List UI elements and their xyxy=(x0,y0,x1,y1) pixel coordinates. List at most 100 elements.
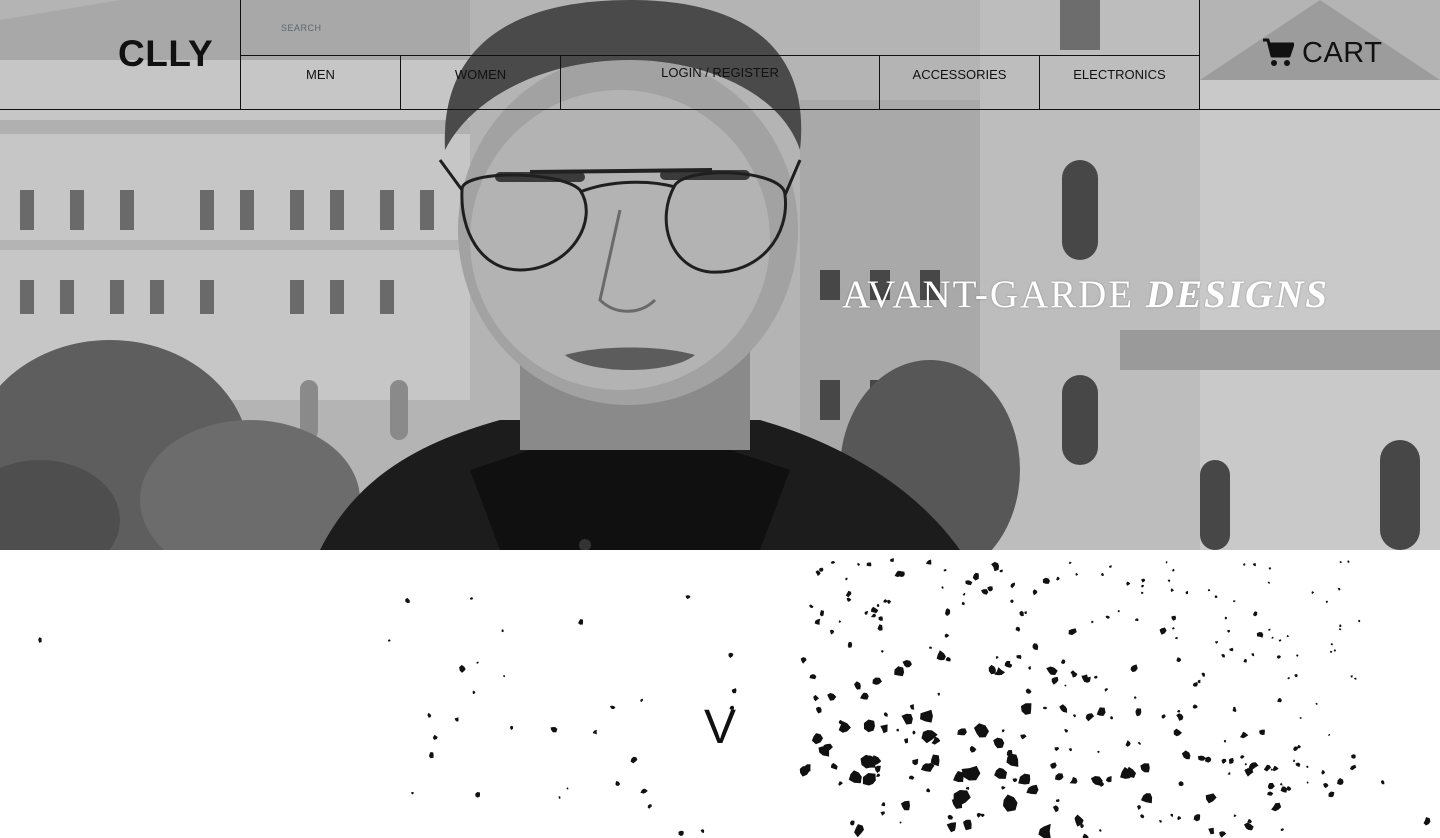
ink-splat xyxy=(1003,794,1018,812)
ink-splat xyxy=(1170,588,1175,593)
ink-splat xyxy=(1330,643,1333,646)
ink-splat xyxy=(929,646,932,649)
ink-splat xyxy=(1197,755,1207,761)
ink-splat xyxy=(630,756,638,764)
ink-splat xyxy=(838,781,843,786)
ink-splat xyxy=(459,664,466,673)
nav-item-label: ELECTRONICS xyxy=(1073,67,1166,82)
ink-splat xyxy=(640,788,648,794)
nav-item-men[interactable]: MEN xyxy=(240,56,400,110)
ink-splat xyxy=(1042,577,1050,584)
ink-splat xyxy=(387,639,391,642)
ink-splat xyxy=(1272,765,1279,772)
ink-splat xyxy=(1276,655,1281,659)
ink-splat xyxy=(1227,772,1231,775)
site-logo[interactable]: CLLY xyxy=(118,33,213,75)
ink-splatter-graphic: V xyxy=(38,558,1431,838)
ink-splat xyxy=(904,738,908,744)
ink-splat xyxy=(880,650,884,653)
nav-item-electronics[interactable]: ELECTRONICS xyxy=(1039,56,1200,110)
ink-splat xyxy=(1306,781,1309,784)
ink-splat xyxy=(896,728,899,732)
ink-splat xyxy=(1204,756,1212,763)
ink-splat xyxy=(1325,600,1328,604)
ink-splat xyxy=(1323,782,1329,789)
ink-splat xyxy=(1046,666,1058,675)
ink-splat xyxy=(1177,710,1181,713)
ink-splat xyxy=(1133,696,1137,699)
ink-splat xyxy=(883,599,888,603)
ink-splat xyxy=(1137,805,1141,810)
ink-splat xyxy=(1015,626,1021,632)
ink-splat xyxy=(809,604,814,609)
cart-button[interactable]: CART xyxy=(1262,36,1382,70)
ink-splat xyxy=(1072,714,1076,718)
ink-splat xyxy=(1173,728,1182,737)
ink-splat xyxy=(1171,615,1176,621)
ink-splat xyxy=(912,758,919,766)
ink-splat xyxy=(999,569,1003,573)
ink-splat xyxy=(943,569,947,572)
ink-splat xyxy=(428,752,434,759)
ink-splat xyxy=(854,681,861,690)
ink-splat xyxy=(1330,650,1333,653)
ink-splat xyxy=(946,822,957,833)
ink-splat xyxy=(854,824,864,838)
ink-splat xyxy=(1244,763,1247,766)
ink-splat xyxy=(1099,828,1102,832)
ink-splat xyxy=(874,765,881,773)
ink-splat xyxy=(860,692,869,700)
ink-splat xyxy=(1233,600,1236,603)
ink-splat xyxy=(993,737,1005,749)
ink-splat xyxy=(830,561,836,564)
ink-splat xyxy=(1267,581,1270,584)
ink-splat xyxy=(961,765,981,781)
ink-splat xyxy=(1081,674,1088,682)
ink-splat xyxy=(838,720,843,725)
ink-splat xyxy=(870,613,876,618)
cart-label: CART xyxy=(1302,36,1383,69)
ink-splat xyxy=(1016,655,1022,659)
ink-splat xyxy=(1010,582,1015,589)
ink-splat xyxy=(1159,627,1167,635)
ink-splat xyxy=(1328,733,1330,736)
ink-splat xyxy=(953,771,964,782)
ink-splat xyxy=(1242,563,1246,566)
ink-splat xyxy=(1263,764,1272,772)
nav-item-women[interactable]: WOMEN xyxy=(400,56,560,110)
ink-splat xyxy=(877,624,883,631)
ink-splat xyxy=(880,724,888,734)
ink-splat xyxy=(1311,591,1315,594)
ink-splat xyxy=(1082,833,1089,838)
ink-splat xyxy=(1032,643,1039,651)
ink-splat xyxy=(909,704,915,710)
nav-item-label: WOMEN xyxy=(454,67,507,82)
ink-splat xyxy=(1197,679,1201,684)
ink-splat xyxy=(1158,820,1162,823)
ink-splat xyxy=(1259,729,1265,735)
ink-splat xyxy=(973,723,989,738)
ink-splat xyxy=(1244,822,1254,831)
nav-item-login-register[interactable]: LOGIN / REGISTER xyxy=(560,56,879,110)
ink-splat xyxy=(1350,675,1353,678)
ink-splat xyxy=(1280,782,1283,786)
ink-splat xyxy=(813,694,820,702)
ink-splat xyxy=(1280,786,1288,793)
ink-splat xyxy=(1068,561,1072,564)
ink-splat xyxy=(850,820,855,826)
hero-title-plain: AVANT-GARDE xyxy=(842,273,1146,316)
ink-splat xyxy=(1032,589,1038,596)
hero-title: AVANT-GARDE DESIGNS xyxy=(842,272,1329,317)
ink-splat xyxy=(1085,713,1095,722)
search-input[interactable] xyxy=(281,18,881,38)
ink-splat xyxy=(731,688,737,694)
ink-splat xyxy=(883,712,888,717)
ink-splat xyxy=(685,595,691,599)
ink-splat xyxy=(615,781,621,786)
ink-splat xyxy=(728,652,734,658)
ink-splat xyxy=(1104,688,1108,692)
ink-splat xyxy=(640,698,644,703)
ink-splat xyxy=(1134,618,1139,622)
nav-item-accessories[interactable]: ACCESSORIES xyxy=(879,56,1039,110)
ink-splat xyxy=(1140,793,1153,804)
